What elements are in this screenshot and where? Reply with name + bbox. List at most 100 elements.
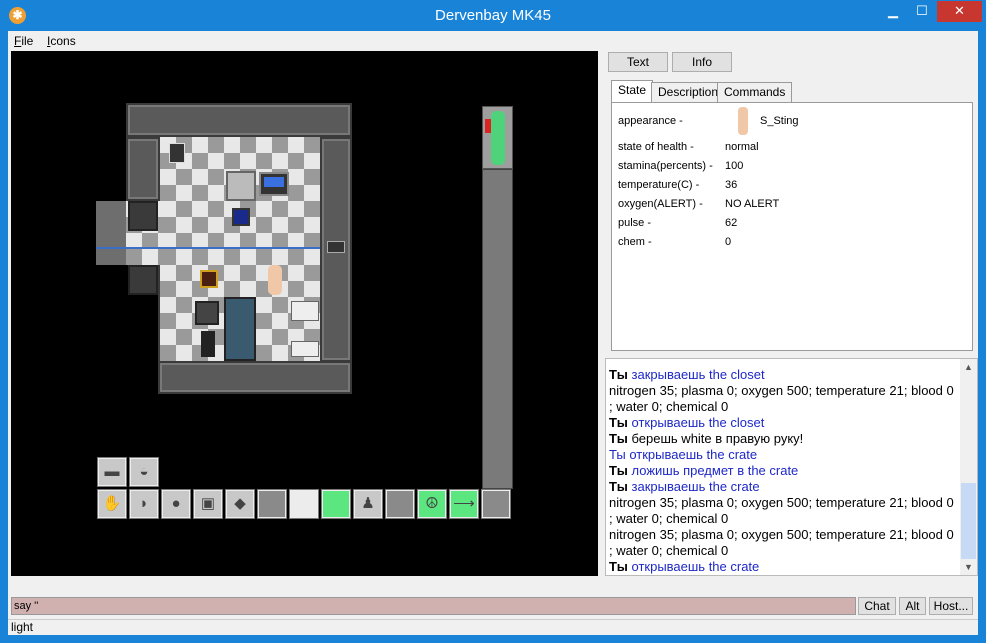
shoes-slot[interactable]: ▬ (97, 457, 127, 487)
wall-top (126, 103, 352, 137)
tab-state[interactable]: State (611, 80, 654, 102)
log-line-text: открываешь the closet (631, 415, 765, 430)
game-map[interactable]: ▬ ◒ ✋ ◗ ● ▣ ◆ ♟ ☮ ⟶ (11, 51, 598, 576)
menu-file[interactable]: File (14, 34, 33, 48)
log-scrollbar[interactable]: ▲ ▼ (960, 359, 977, 575)
log-line-subject: Ты (609, 463, 628, 478)
shoes-icon: ▬ (104, 463, 120, 480)
log-line-text: ; water 0; chemical 0 (609, 543, 729, 558)
log-line-text: nitrogen 35; plasma 0; oxygen 500; tempe… (609, 527, 954, 542)
scroll-down-icon[interactable]: ▼ (960, 559, 977, 575)
body-doll-damage (485, 119, 491, 133)
machine-icon[interactable] (169, 143, 185, 163)
maximize-button[interactable]: ☐ (908, 1, 936, 22)
log-line-subject: Ты (609, 431, 628, 446)
log-line: Ты открываешь the closet (609, 415, 954, 431)
command-input[interactable]: say '' (11, 597, 856, 615)
crate-icon[interactable] (200, 270, 218, 288)
log-line: Ты закрываешь the crate (609, 479, 954, 495)
belt-slot[interactable] (257, 489, 287, 519)
log-line-text: nitrogen 35; plasma 0; oxygen 500; tempe… (609, 495, 954, 510)
helmet-icon: ◒ (139, 463, 149, 480)
title-bar: ✱ Dervenbay MK45 ▁ ☐ ✕ (0, 0, 986, 31)
body-doll[interactable] (482, 106, 513, 169)
menu-icons[interactable]: Icons (47, 34, 76, 48)
closet-icon[interactable] (226, 171, 256, 201)
armor-icon: ◆ (234, 495, 246, 512)
log-line-subject: Ты (609, 415, 628, 430)
chat-log[interactable]: Ты закрываешь the closet nitrogen 35; pla… (605, 358, 978, 576)
ear-slot[interactable]: ◗ (129, 489, 159, 519)
log-line-subject: Ты (609, 559, 628, 574)
wall-panel-icon[interactable] (327, 241, 345, 253)
log-line-subject: Ты (609, 367, 628, 382)
body-doll-figure (491, 111, 505, 165)
alt-button[interactable]: Alt (899, 597, 926, 615)
suit-icon: ▣ (200, 495, 216, 512)
hand-slot[interactable]: ✋ (97, 489, 127, 519)
tab-commands[interactable]: Commands (717, 82, 793, 103)
mask-icon: ● (171, 495, 181, 512)
log-line-text: ; water 0; chemical 0 (609, 511, 729, 526)
log-line-text: берешь white в правую руку! (631, 431, 804, 446)
right-hand-slot[interactable] (321, 489, 351, 519)
run-toggle[interactable]: ⟶ (449, 489, 479, 519)
right-panel: Text Info State Description Commands app… (605, 51, 978, 576)
status-text: light (11, 620, 34, 634)
log-line-subject: Ты (609, 479, 628, 494)
scroll-up-icon[interactable]: ▲ (960, 359, 977, 375)
canister-icon[interactable] (195, 301, 219, 325)
armor-slot[interactable]: ◆ (225, 489, 255, 519)
person-icon: ♟ (361, 495, 375, 512)
player-character[interactable] (268, 265, 282, 295)
log-line-text: закрываешь the closet (631, 367, 765, 382)
host-button[interactable]: Host... (929, 597, 973, 615)
mask-slot[interactable]: ● (161, 489, 191, 519)
screen (264, 177, 284, 187)
close-button[interactable]: ✕ (937, 1, 982, 22)
arrow-right-icon: ⟶ (453, 495, 475, 512)
log-line-text: ; water 0; chemical 0 (609, 399, 729, 414)
log-line: ; water 0; chemical 0 (609, 399, 954, 415)
suit-slot[interactable]: ▣ (193, 489, 223, 519)
helmet-slot[interactable]: ◒ (129, 457, 159, 487)
panel-icon[interactable] (232, 208, 250, 226)
log-line: nitrogen 35; plasma 0; oxygen 500; tempe… (609, 495, 954, 511)
peace-icon: ☮ (425, 495, 439, 512)
log-line: Ты открываешь the crate (609, 559, 954, 575)
menu-bar: File Icons (8, 31, 978, 51)
minimize-button[interactable]: ▁ (879, 1, 907, 22)
log-lines: Ты закрываешь the closet nitrogen 35; pla… (609, 367, 954, 575)
log-line: nitrogen 35; plasma 0; oxygen 500; tempe… (609, 527, 954, 543)
storage-slot[interactable] (385, 489, 415, 519)
hand-icon: ✋ (102, 495, 122, 512)
table-icon[interactable] (291, 341, 319, 357)
log-line: ; water 0; chemical 0 (609, 511, 954, 527)
computer-icon[interactable] (259, 172, 289, 196)
airlock-door[interactable] (128, 201, 158, 231)
tab-description[interactable]: Description (651, 82, 726, 103)
hud-column (482, 169, 513, 489)
log-line-text: Ты открываешь the crate (609, 447, 758, 462)
log-line: ; water 0; chemical 0 (609, 543, 954, 559)
log-line: Ты закрываешь the closet (609, 367, 954, 383)
hud-slot-end[interactable] (481, 489, 511, 519)
bed-icon[interactable] (291, 301, 319, 321)
wall-bottom (158, 361, 352, 394)
info-button[interactable]: Info (672, 52, 732, 72)
chat-button[interactable]: Chat (858, 597, 896, 615)
scroll-thumb[interactable] (961, 483, 976, 559)
intent-button[interactable]: ☮ (417, 489, 447, 519)
tank-icon[interactable] (201, 331, 215, 357)
window-title: Dervenbay MK45 (435, 7, 551, 24)
pull-slot[interactable]: ♟ (353, 489, 383, 519)
laser-beam (96, 247, 320, 249)
log-line-text: закрываешь the crate (631, 479, 760, 494)
log-line-text: ложишь предмет в the crate (631, 463, 799, 478)
left-hand-slot[interactable] (289, 489, 319, 519)
state-panel: appearance - S_Sting state of health - n… (611, 102, 973, 351)
airlock-door-lower[interactable] (128, 265, 158, 295)
ear-icon: ◗ (139, 495, 149, 512)
text-button[interactable]: Text (608, 52, 668, 72)
log-line: Ты открываешь the crate (609, 447, 954, 463)
